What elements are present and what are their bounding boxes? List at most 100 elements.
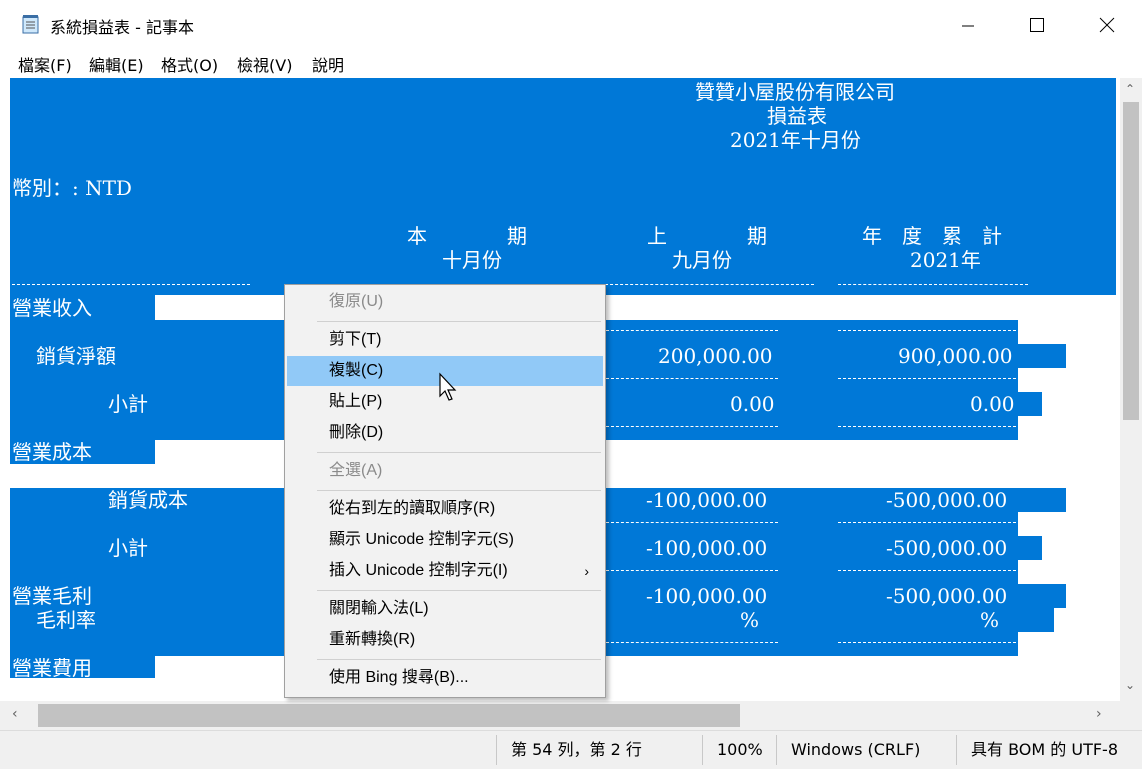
divider [838,642,1016,644]
divider [838,284,1028,286]
menu-edit[interactable]: 編輯(E) [89,52,144,76]
subtotal2-prev: -100,000.00 [646,536,768,560]
menu-reconvert[interactable]: 重新轉換(R) [287,625,603,655]
menu-select-all[interactable]: 全選(A) [287,456,603,486]
menu-file[interactable]: 檔案(F) [18,52,72,76]
row-gross-margin: 毛利率 [36,608,96,632]
menu-paste-label: 貼上(P) [329,393,383,410]
divider [838,378,1016,380]
title-bar[interactable]: 系統損益表 - 記事本 [0,0,1142,50]
menu-separator [317,321,601,322]
divider [838,570,1016,572]
divider [838,330,1016,332]
mouse-cursor-icon [439,372,457,401]
status-line-ending: Windows (CRLF) [776,735,953,765]
gross-profit-ytd: -500,000.00 [886,584,1008,608]
menu-show-unicode-label: 顯示 Unicode 控制字元(S) [329,531,514,548]
divider [606,522,778,524]
status-bar: 第 54 列，第 2 行 100% Windows (CRLF) 具有 BOM … [0,730,1142,769]
divider [606,570,778,572]
vertical-scrollbar[interactable]: ⌃ ⌄ [1120,78,1142,701]
scroll-left-icon[interactable]: ‹ [12,706,18,722]
horizontal-scroll-thumb[interactable] [38,704,740,727]
divider [606,642,778,644]
menu-format[interactable]: 格式(O) [161,52,218,76]
divider [606,378,778,380]
menu-copy-label: 複製(C) [329,362,384,379]
menu-reconvert-label: 重新轉換(R) [329,631,416,648]
gross-margin-prev-pct: % [740,608,760,632]
net-sales-ytd: 900,000.00 [898,344,1013,368]
cogs-ytd: -500,000.00 [886,488,1008,512]
subtotal2-ytd: -500,000.00 [886,536,1008,560]
menu-undo[interactable]: 復原(U) [287,287,603,317]
row-revenue: 營業收入 [12,296,92,320]
menu-view[interactable]: 檢視(V) [237,52,292,76]
gross-margin-ytd-pct: % [980,608,1000,632]
menu-rtl[interactable]: 從右到左的讀取順序(R) [287,494,603,524]
cogs-prev: -100,000.00 [646,488,768,512]
divider [838,426,1016,428]
menu-bar: 檔案(F) 編輯(E) 格式(O) 檢視(V) 說明 [0,50,1142,78]
menu-show-unicode[interactable]: 顯示 Unicode 控制字元(S) [287,525,603,555]
scroll-corner [1120,701,1142,730]
divider [12,284,250,286]
menu-separator [317,452,601,453]
divider [606,426,778,428]
minimize-button[interactable] [933,0,1003,50]
chevron-right-icon: › [584,563,589,579]
menu-delete-label: 刪除(D) [329,424,384,441]
row-gross-profit: 營業毛利 [12,584,92,608]
menu-rtl-label: 從右到左的讀取順序(R) [329,500,496,517]
maximize-button[interactable] [1002,0,1072,50]
close-button[interactable] [1072,0,1142,50]
status-encoding: 具有 BOM 的 UTF-8 [956,735,1142,765]
menu-delete[interactable]: 刪除(D) [287,418,603,448]
subtotal1-ytd: 0.00 [970,392,1015,416]
divider [838,522,1016,524]
menu-close-ime[interactable]: 關閉輸入法(L) [287,594,603,624]
menu-insert-unicode-label: 插入 Unicode 控制字元(I) [329,562,508,579]
scroll-down-icon[interactable]: ⌄ [1125,678,1135,692]
gross-profit-prev: -100,000.00 [646,584,768,608]
col-previous-sub: 九月份 [672,248,732,272]
scroll-up-icon[interactable]: ⌃ [1125,82,1135,96]
divider [606,330,778,332]
vertical-scroll-thumb[interactable] [1123,102,1139,420]
row-expenses: 營業費用 [12,656,92,680]
maximize-icon [1030,18,1044,32]
horizontal-scrollbar[interactable]: ‹ › [0,701,1120,730]
context-menu: 復原(U) 剪下(T) 複製(C) 貼上(P) 刪除(D) 全選(A) 從右到左… [284,284,606,698]
status-zoom: 100% [702,735,779,765]
menu-insert-unicode[interactable]: 插入 Unicode 控制字元(I) › [287,556,603,586]
close-icon [1099,17,1115,33]
menu-bing-search[interactable]: 使用 Bing 搜尋(B)... [287,663,603,693]
menu-bing-search-label: 使用 Bing 搜尋(B)... [329,669,469,686]
menu-select-all-label: 全選(A) [329,462,383,479]
row-subtotal-1: 小計 [108,392,148,416]
status-cursor-position: 第 54 列，第 2 行 [496,735,699,765]
company-name: 贊贊小屋股份有限公司 [695,80,895,104]
scroll-right-icon[interactable]: › [1096,706,1102,722]
menu-cut[interactable]: 剪下(T) [287,325,603,355]
menu-close-ime-label: 關閉輸入法(L) [329,600,429,617]
currency-label: 幣別：: NTD [12,176,132,200]
menu-separator [317,490,601,491]
menu-separator [317,659,601,660]
menu-undo-label: 復原(U) [329,293,384,310]
col-ytd-sub: 2021年 [910,248,981,272]
report-period: 2021年十月份 [730,128,861,152]
row-cost: 營業成本 [12,440,92,464]
net-sales-prev: 200,000.00 [658,344,773,368]
minimize-icon [962,25,974,27]
col-previous-header: 上 期 [647,224,767,248]
col-current-sub: 十月份 [442,248,502,272]
divider [600,284,814,286]
menu-help[interactable]: 說明 [312,52,344,76]
col-current-header: 本 期 [407,224,527,248]
menu-cut-label: 剪下(T) [329,331,382,348]
row-cogs: 銷貨成本 [108,488,188,512]
subtotal1-prev: 0.00 [730,392,775,416]
notepad-app-icon [22,15,39,34]
menu-separator [317,590,601,591]
